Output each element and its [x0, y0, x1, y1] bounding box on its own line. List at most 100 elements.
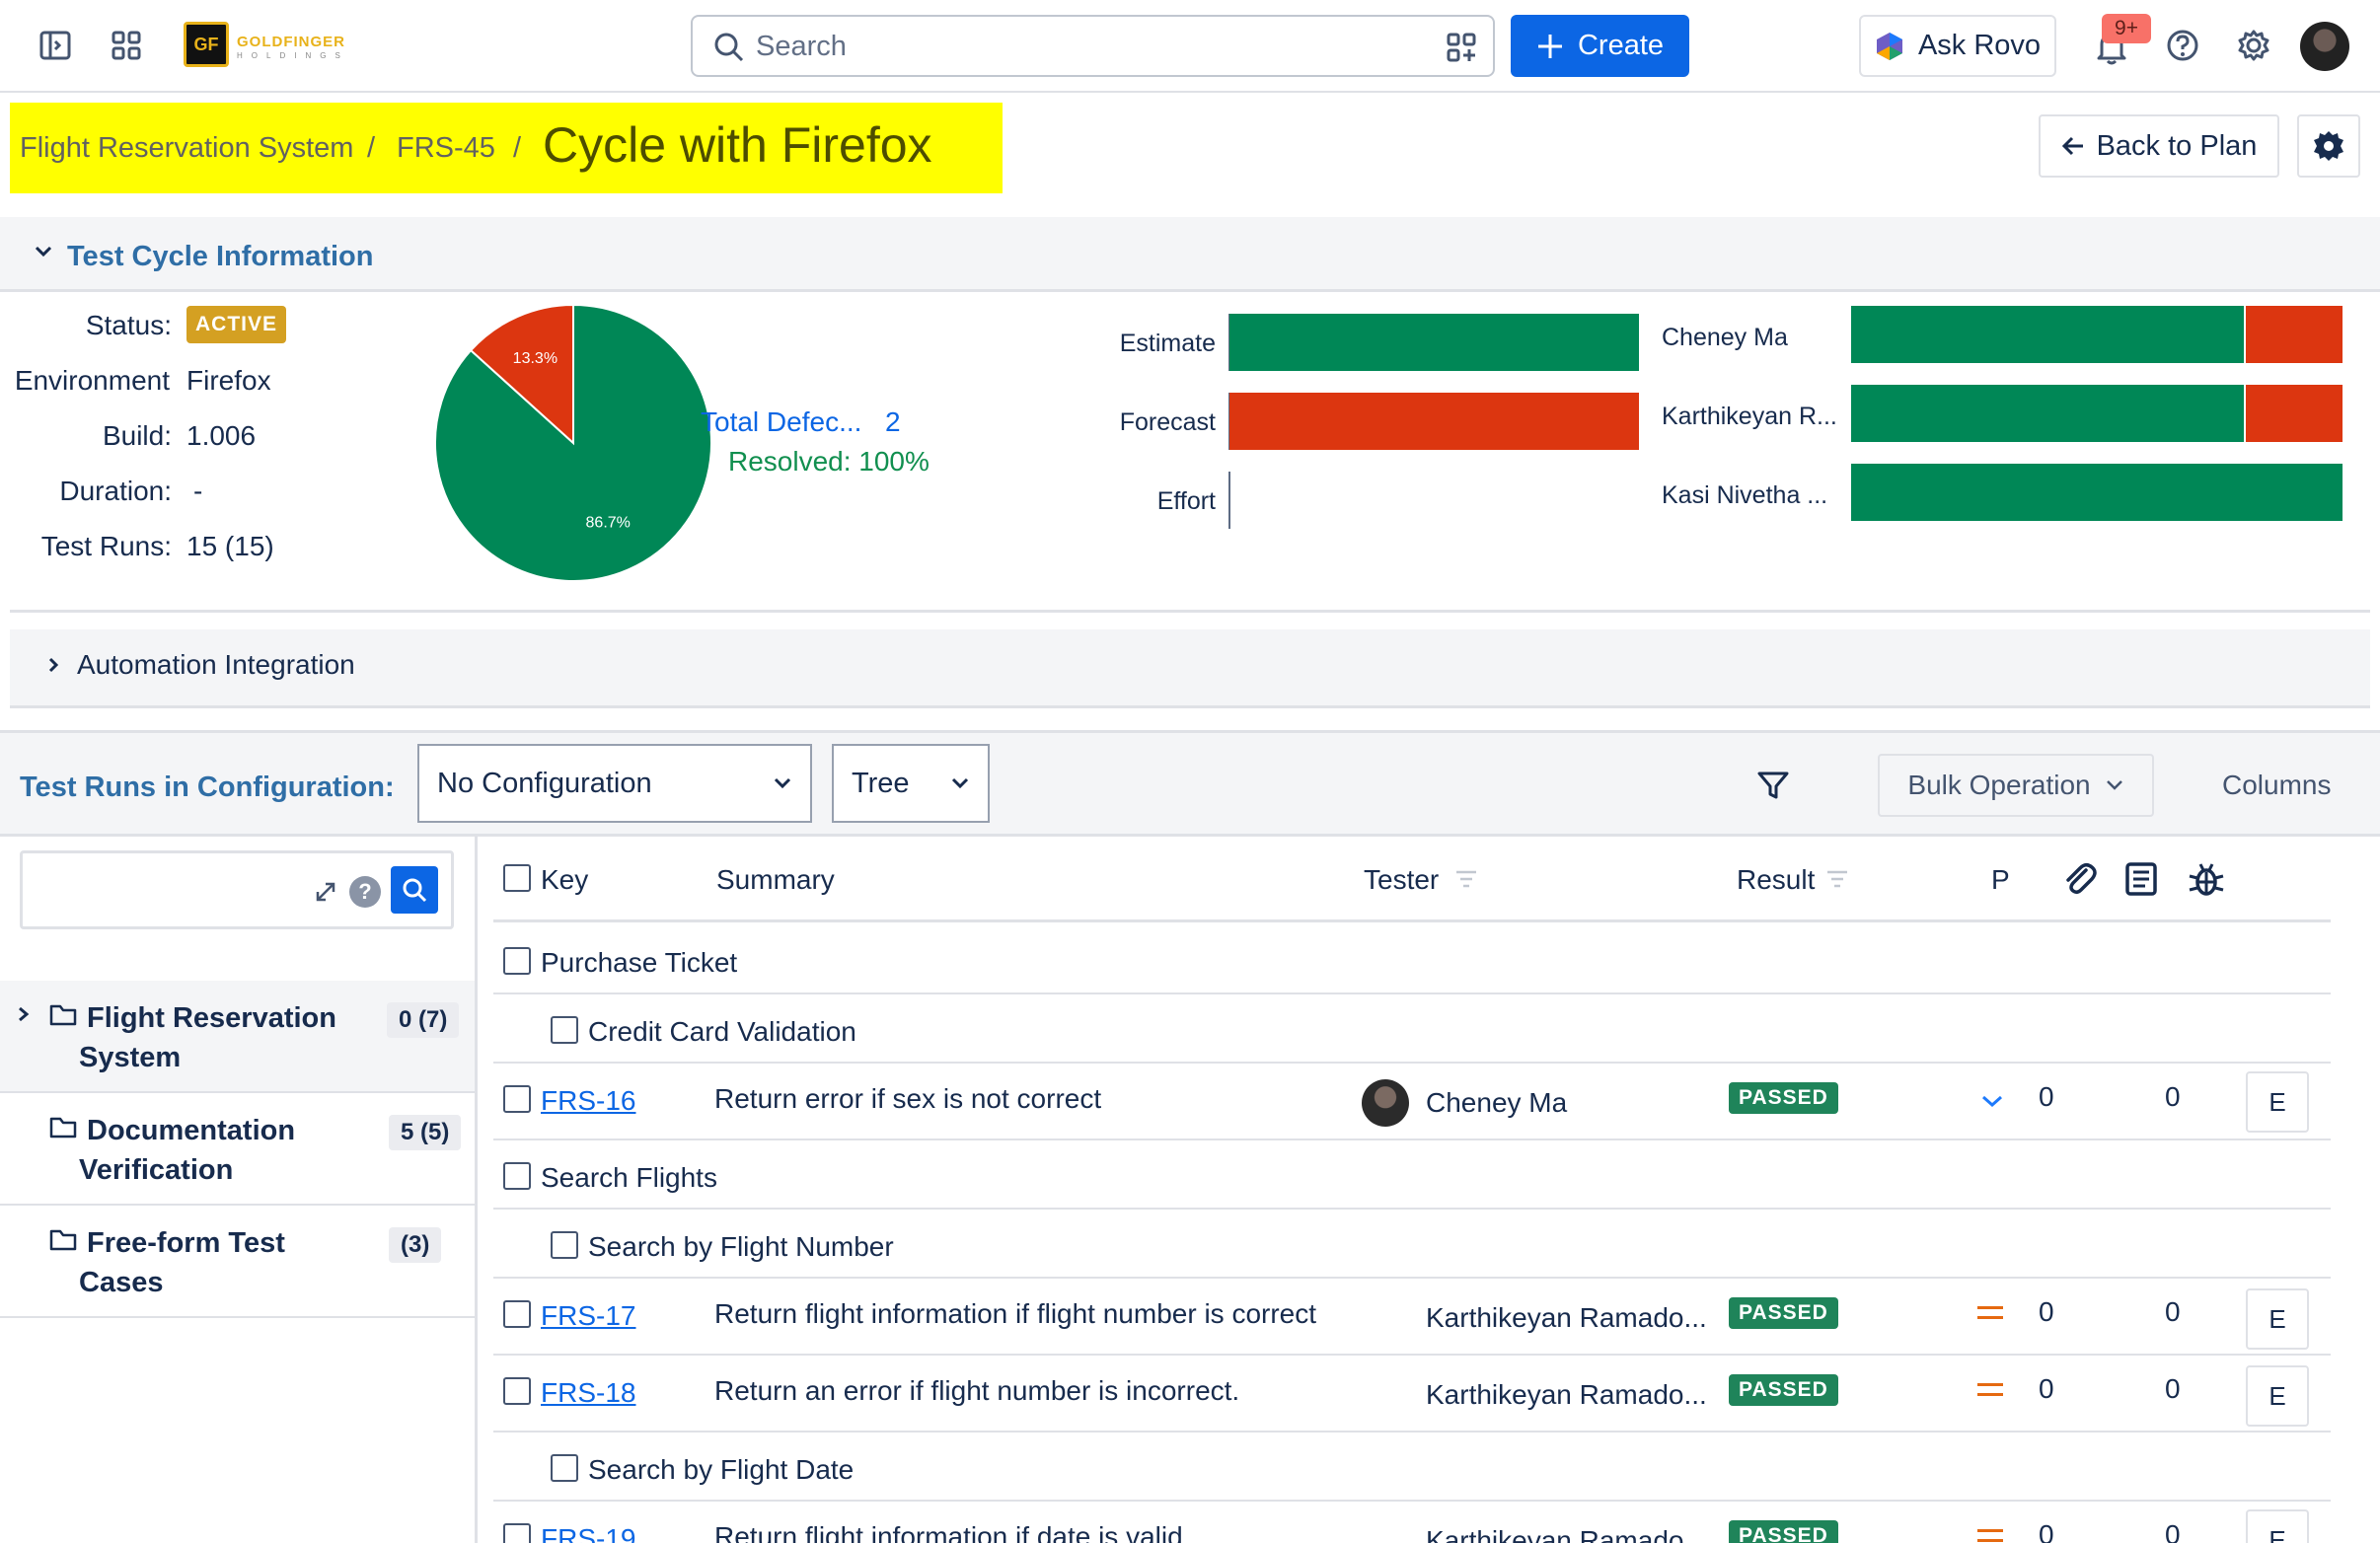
row-checkbox[interactable] [503, 1523, 531, 1543]
tree-node-documentation[interactable]: Documentation Verification 5 (5) [0, 1093, 475, 1206]
tree-help-icon[interactable]: ? [349, 876, 381, 908]
group-label: Search by Flight Date [588, 1454, 855, 1485]
column-header-result[interactable]: Result [1737, 864, 1815, 896]
row-checkbox[interactable] [503, 1377, 531, 1405]
columns-button[interactable]: Columns [2222, 770, 2331, 801]
row-divider [493, 1500, 2331, 1502]
company-logo[interactable]: GF [184, 22, 229, 67]
bug-icon [2189, 863, 2224, 896]
result-badge[interactable]: PASSED [1729, 1520, 1838, 1543]
create-button[interactable]: Create [1511, 15, 1689, 77]
back-to-plan-label: Back to Plan [2096, 129, 2258, 162]
total-defects-count[interactable]: 2 [885, 406, 901, 438]
global-search[interactable] [691, 15, 1495, 77]
sort-icon[interactable] [1825, 868, 1849, 890]
automation-integration-title: Automation Integration [77, 649, 355, 680]
sidebar-toggle-icon [39, 31, 71, 60]
expand-icon[interactable] [314, 880, 337, 904]
total-defects-label[interactable]: Total Defec... [701, 406, 861, 438]
tree-node-count: 5 (5) [389, 1115, 462, 1150]
tester-bar-segment [1851, 306, 2246, 363]
automation-integration-header[interactable] [10, 629, 2370, 708]
settings-button[interactable] [2228, 20, 2279, 71]
execute-button[interactable]: E [2246, 1509, 2309, 1543]
tester-progress-chart: Cheney Ma Karthikeyan R... Kasi Nivetha ..… [1638, 298, 2348, 535]
group-checkbox[interactable] [503, 1162, 531, 1190]
tester-name: Cheney Ma [1426, 1087, 1568, 1118]
app-switcher-button[interactable] [101, 20, 152, 71]
configuration-selected: No Configuration [437, 767, 652, 799]
help-button[interactable] [2157, 20, 2208, 71]
execute-button[interactable]: E [2246, 1288, 2309, 1350]
priority-medium-icon [1977, 1383, 2003, 1403]
row-checkbox[interactable] [503, 1300, 531, 1328]
help-icon [2167, 30, 2198, 61]
test-runs-label: Test Runs: [40, 531, 172, 561]
column-header-key[interactable]: Key [541, 864, 588, 896]
tester-bar-segment [1851, 464, 2344, 521]
sort-icon[interactable] [1454, 868, 1478, 890]
row-divider [493, 1062, 2331, 1064]
test-cycle-info-title: Test Cycle Information [67, 241, 374, 272]
view-mode-select[interactable]: Tree [832, 744, 990, 823]
time-tracking-chart: Estimate Forecast Effort [1085, 306, 1639, 543]
back-to-plan-button[interactable]: Back to Plan [2039, 114, 2279, 178]
breadcrumb-plan[interactable]: FRS-45 [397, 132, 495, 165]
tester-name: Karthikeyan Ramado... [1426, 1379, 1707, 1410]
app-grid-icon [112, 31, 141, 60]
group-checkbox[interactable] [551, 1231, 578, 1259]
bar-axis [1228, 472, 1230, 529]
user-avatar[interactable] [2300, 22, 2349, 71]
group-label: Credit Card Validation [588, 1016, 856, 1047]
chevron-down-icon [951, 777, 969, 789]
group-checkbox[interactable] [551, 1016, 578, 1044]
ask-rovo-button[interactable]: Ask Rovo [1859, 15, 2056, 77]
chevron-right-icon[interactable] [16, 1004, 32, 1024]
test-runs-value: 15 (15) [186, 531, 274, 561]
breadcrumb-project[interactable]: Flight Reservation System [20, 132, 353, 165]
bulk-operation-button[interactable]: Bulk Operation [1878, 754, 2154, 817]
row-divider [493, 1277, 2331, 1279]
test-run-summary: Return flight information if date is val… [714, 1521, 1183, 1543]
search-input[interactable] [756, 31, 1387, 62]
search-filter-icon[interactable] [1445, 31, 1478, 64]
tree-node-free-form[interactable]: Free-form Test Cases (3) [0, 1206, 475, 1318]
sidebar-toggle-button[interactable] [30, 20, 81, 71]
execute-button[interactable]: E [2246, 1071, 2309, 1133]
select-all-checkbox[interactable] [503, 864, 531, 892]
build-value: 1.006 [186, 420, 257, 451]
cycle-settings-button[interactable] [2297, 114, 2360, 178]
chevron-down-icon [2106, 780, 2122, 790]
result-badge[interactable]: PASSED [1729, 1297, 1838, 1329]
header-divider [493, 919, 2331, 922]
result-badge[interactable]: PASSED [1729, 1374, 1838, 1406]
filter-icon[interactable] [1756, 770, 1790, 801]
attachments-count: 0 [2039, 1519, 2054, 1543]
tree-search-button[interactable] [391, 866, 438, 914]
result-badge[interactable]: PASSED [1729, 1082, 1838, 1114]
column-header-summary[interactable]: Summary [716, 864, 835, 896]
row-checkbox[interactable] [503, 1085, 531, 1113]
test-run-key-link[interactable]: FRS-19 [541, 1523, 635, 1543]
chevron-right-icon[interactable] [45, 655, 61, 675]
attachments-count: 0 [2039, 1081, 2054, 1112]
test-run-key-link[interactable]: FRS-17 [541, 1300, 635, 1332]
configuration-select[interactable]: No Configuration [417, 744, 812, 823]
tree-node-name: Documentation Verification [79, 1115, 296, 1186]
chevron-down-icon[interactable] [34, 244, 53, 259]
test-run-key-link[interactable]: FRS-18 [541, 1377, 635, 1409]
tree-search-input[interactable] [20, 850, 454, 929]
bulk-operation-label: Bulk Operation [1907, 770, 2091, 800]
arrow-left-icon [2061, 136, 2083, 156]
folder-icon [49, 1117, 77, 1139]
tree-node-name: Free-form Test Cases [79, 1227, 285, 1298]
column-header-priority[interactable]: P [1991, 864, 2010, 896]
group-checkbox[interactable] [551, 1454, 578, 1482]
execute-button[interactable]: E [2246, 1365, 2309, 1427]
tree-node-flight-reservation[interactable]: Flight Reservation System 0 (7) [0, 981, 475, 1093]
group-checkbox[interactable] [503, 947, 531, 975]
column-header-tester[interactable]: Tester [1364, 864, 1439, 896]
test-run-key-link[interactable]: FRS-16 [541, 1085, 635, 1117]
tree-node-name: Flight Reservation System [79, 1002, 336, 1073]
gear-icon [2238, 30, 2269, 61]
